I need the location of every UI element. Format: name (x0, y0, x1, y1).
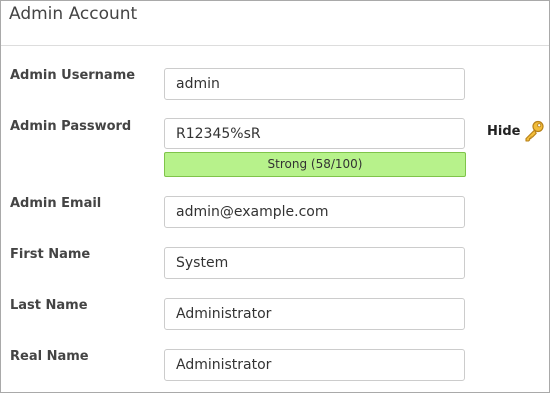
admin-email-label: Admin Email (10, 196, 102, 211)
real-name-input[interactable] (164, 349, 465, 381)
hide-password-button[interactable]: Hide (487, 124, 520, 139)
password-strength-meter: Strong (58/100) (164, 152, 466, 177)
admin-password-input[interactable] (164, 118, 465, 149)
admin-username-input[interactable] (164, 68, 465, 100)
section-title: Admin Account (9, 4, 138, 24)
admin-username-label: Admin Username (10, 68, 136, 83)
section-divider (1, 45, 549, 46)
key-icon[interactable] (522, 119, 546, 143)
first-name-label: First Name (10, 247, 91, 262)
last-name-label: Last Name (10, 298, 88, 313)
last-name-input[interactable] (164, 298, 465, 330)
admin-account-panel: Admin Account Admin Username Admin Passw… (0, 0, 550, 393)
real-name-label: Real Name (10, 349, 89, 364)
admin-password-label: Admin Password (10, 119, 132, 134)
admin-email-input[interactable] (164, 196, 465, 228)
first-name-input[interactable] (164, 247, 465, 279)
